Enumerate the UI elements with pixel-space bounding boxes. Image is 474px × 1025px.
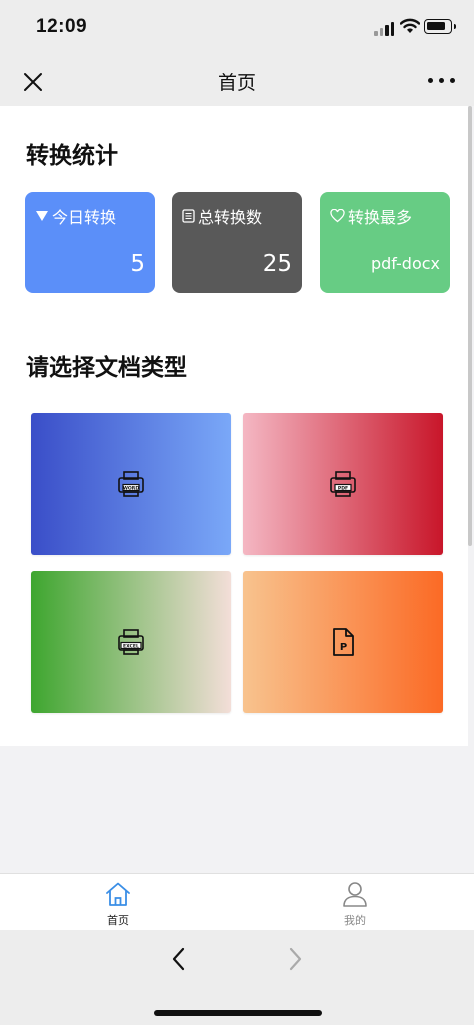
stat-value-today: 5 xyxy=(130,251,145,277)
tab-mine-label: 我的 xyxy=(344,914,366,927)
stat-label-today: 今日转换 xyxy=(52,208,117,227)
stat-card-today[interactable]: 今日转换 5 xyxy=(25,192,155,293)
home-icon xyxy=(106,882,130,906)
main-content: 转换统计 今日转换 5 总转换数 25 转换最多 pdf-docx 请选择文档类… xyxy=(0,106,468,746)
page-title: 首页 xyxy=(217,72,256,94)
battery-icon xyxy=(424,19,456,34)
home-indicator xyxy=(154,1010,322,1016)
stat-label-total: 总转换数 xyxy=(198,208,263,227)
more-icon[interactable] xyxy=(428,78,456,86)
status-time: 12:09 xyxy=(36,16,88,37)
doc-tile-pdf[interactable]: PDF xyxy=(243,413,443,555)
forward-arrow-icon[interactable] xyxy=(286,946,304,972)
pdf-icon-text: PDF xyxy=(338,486,348,492)
excel-icon-text: EXCEL xyxy=(123,644,139,650)
tab-home[interactable]: 首页 xyxy=(78,880,158,928)
word-printer-icon: WORD xyxy=(118,471,144,497)
status-bar: 12:09 xyxy=(0,0,474,56)
tab-bar: 首页 我的 xyxy=(0,873,474,930)
doctype-section-title: 请选择文档类型 xyxy=(26,355,187,381)
excel-printer-icon: EXCEL xyxy=(118,629,144,655)
list-icon xyxy=(182,209,195,223)
back-arrow-icon[interactable] xyxy=(170,946,188,972)
tab-home-label: 首页 xyxy=(107,914,129,927)
doc-tile-excel[interactable]: EXCEL xyxy=(31,571,231,713)
heart-icon xyxy=(330,209,345,223)
tab-mine[interactable]: 我的 xyxy=(315,880,395,928)
stats-section-title: 转换统计 xyxy=(26,143,118,169)
scrollbar[interactable] xyxy=(468,106,472,546)
pdf-printer-icon: PDF xyxy=(330,471,356,497)
signal-icon xyxy=(374,22,396,36)
user-icon xyxy=(343,882,367,907)
triangle-down-icon xyxy=(36,211,48,221)
wifi-icon xyxy=(400,18,420,33)
doc-tile-word[interactable]: WORD xyxy=(31,413,231,555)
stat-label-most: 转换最多 xyxy=(348,208,413,227)
stat-card-total[interactable]: 总转换数 25 xyxy=(172,192,302,293)
stat-card-most[interactable]: 转换最多 pdf-docx xyxy=(320,192,450,293)
ppt-icon-text: P xyxy=(340,642,347,653)
stat-value-most: pdf-docx xyxy=(370,254,440,273)
browser-toolbar xyxy=(0,930,474,1025)
word-icon-text: WORD xyxy=(123,486,140,492)
nav-bar: 首页 xyxy=(0,56,474,106)
stat-value-total: 25 xyxy=(262,251,292,277)
doc-tile-ppt[interactable]: P xyxy=(243,571,443,713)
ppt-file-icon: P xyxy=(333,628,354,656)
